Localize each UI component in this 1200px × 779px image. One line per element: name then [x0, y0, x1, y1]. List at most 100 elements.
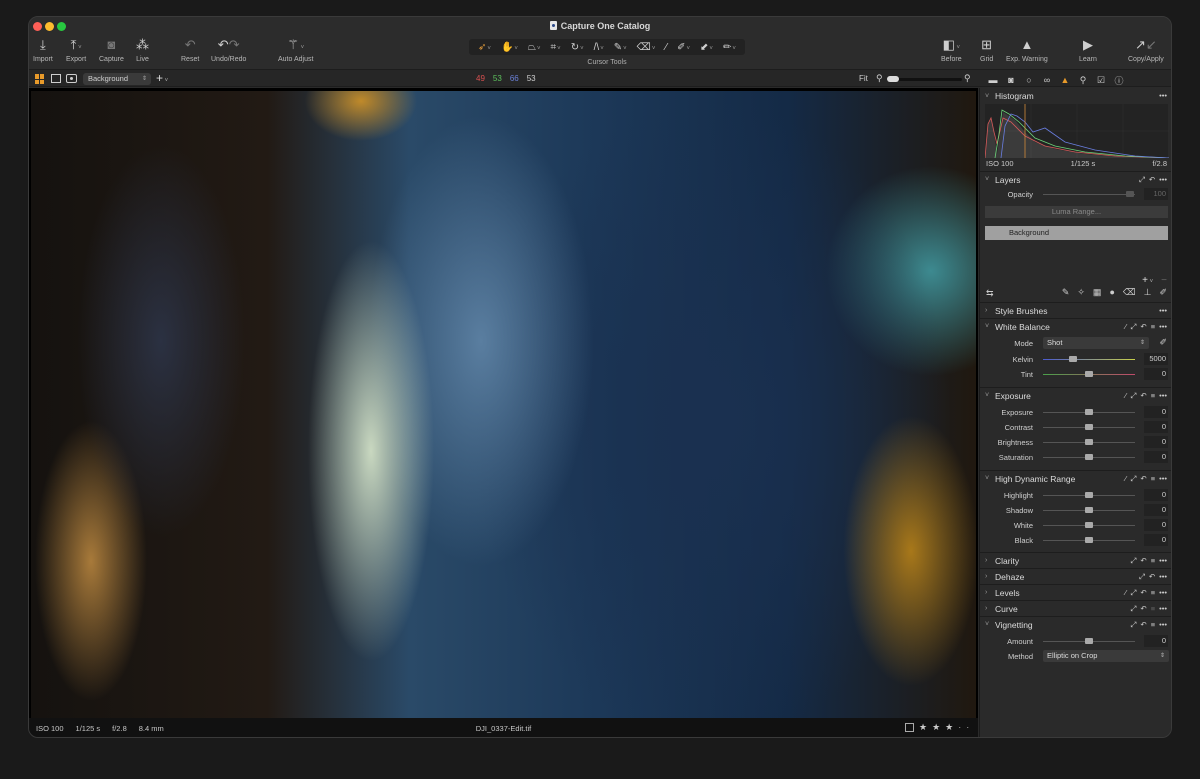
- presets-icon[interactable]: ≡: [1151, 322, 1155, 332]
- erase-icon[interactable]: ✐: [1159, 287, 1167, 298]
- hdr-header[interactable]: ˅ High Dynamic Range ⁄ ⤢ ↶ ≡ •••: [980, 470, 1171, 486]
- select-checkbox[interactable]: [905, 723, 914, 732]
- reset-icon[interactable]: ↶: [1149, 572, 1155, 582]
- linear-gradient-icon[interactable]: ▦: [1093, 287, 1102, 298]
- undo-redo-button[interactable]: ↶↷ Undo/Redo: [211, 37, 246, 63]
- pan-tool-icon[interactable]: ✋˅: [501, 42, 518, 53]
- color-tab-icon[interactable]: ∞: [1041, 75, 1053, 85]
- straighten-tool-icon[interactable]: /\˅: [594, 42, 604, 53]
- clarity-header[interactable]: › Clarity ⤢ ↶ ≡ •••: [980, 552, 1171, 568]
- reset-icon[interactable]: ↶: [1140, 604, 1146, 614]
- vignetting-amount-slider[interactable]: [1043, 638, 1135, 644]
- expand-icon[interactable]: ⤢: [1130, 604, 1136, 614]
- reset-icon[interactable]: ↶: [1140, 588, 1146, 598]
- annotate-tool-icon[interactable]: ⁄: [665, 42, 667, 53]
- exposure-header[interactable]: ˅ Exposure ⁄ ⤢ ↶ ≡ •••: [980, 387, 1171, 403]
- tint-slider[interactable]: [1043, 371, 1135, 377]
- star-filled-icon[interactable]: ★: [919, 722, 927, 733]
- contrast-value[interactable]: 0: [1144, 421, 1168, 433]
- kelvin-slider-thumb[interactable]: [1069, 356, 1078, 362]
- wb-mode-select[interactable]: Shot ⇕: [1043, 337, 1149, 349]
- draw-mask-icon[interactable]: ✎: [1062, 287, 1070, 298]
- more-icon[interactable]: •••: [1159, 322, 1167, 332]
- expand-icon[interactable]: ⤢: [1139, 572, 1145, 582]
- vignetting-amount-thumb[interactable]: [1085, 638, 1093, 644]
- presets-icon[interactable]: ≡: [1151, 474, 1155, 484]
- crop-tool-icon[interactable]: ⌗˅: [551, 42, 561, 53]
- more-icon[interactable]: •••: [1159, 474, 1167, 484]
- adjustments-tab-icon[interactable]: ☑: [1095, 75, 1107, 86]
- brush-tool-icon[interactable]: ✎˅: [614, 42, 627, 53]
- expand-icon[interactable]: ⤢: [1130, 556, 1136, 566]
- reset-icon[interactable]: ↶: [1140, 474, 1146, 484]
- zoom-in-icon[interactable]: ⚲: [964, 73, 971, 84]
- exposure-slider[interactable]: [1043, 409, 1135, 415]
- single-view-icon[interactable]: [51, 74, 61, 83]
- radial-gradient-icon[interactable]: ●: [1109, 287, 1114, 298]
- fit-button[interactable]: Fit: [859, 74, 868, 83]
- copy-apply-button[interactable]: ↗↙ Copy/Apply: [1128, 37, 1164, 63]
- star-empty-icon[interactable]: ·: [966, 722, 969, 733]
- shadow-slider[interactable]: [1043, 507, 1135, 513]
- lens-tab-icon[interactable]: ○: [1023, 75, 1035, 85]
- expand-icon[interactable]: ⤢: [1130, 322, 1136, 332]
- white-value[interactable]: 0: [1144, 519, 1168, 531]
- white-slider-thumb[interactable]: [1085, 522, 1093, 528]
- proof-view-icon[interactable]: [66, 74, 77, 83]
- white-slider[interactable]: [1043, 522, 1135, 528]
- highlight-slider[interactable]: [1043, 492, 1135, 498]
- presets-icon[interactable]: ≡: [1151, 391, 1155, 401]
- exposure-value[interactable]: 0: [1144, 406, 1168, 418]
- layer-settings-icon[interactable]: ⇆: [986, 288, 994, 299]
- reset-icon[interactable]: ↶: [1140, 620, 1146, 630]
- remove-layer-icon[interactable]: −: [1161, 275, 1167, 286]
- star-filled-icon[interactable]: ★: [932, 722, 940, 733]
- more-icon[interactable]: •••: [1159, 91, 1167, 100]
- more-icon[interactable]: •••: [1159, 175, 1167, 185]
- expand-icon[interactable]: ⤢: [1130, 391, 1136, 401]
- local-adjust-icon[interactable]: ⁄: [1125, 474, 1126, 484]
- capture-tab-icon[interactable]: ◙: [1005, 75, 1017, 85]
- opacity-slider[interactable]: [1043, 191, 1135, 197]
- reset-icon[interactable]: ↶: [1149, 175, 1155, 185]
- vignetting-amount-value[interactable]: 0: [1144, 635, 1168, 647]
- auto-adjust-button[interactable]: ⚚ ˅ Auto Adjust: [278, 37, 313, 63]
- more-icon[interactable]: •••: [1159, 620, 1167, 630]
- luma-range-button[interactable]: Luma Range...: [985, 206, 1168, 218]
- picker-tool-icon[interactable]: ✐˅: [677, 42, 690, 53]
- presets-icon[interactable]: ≡: [1151, 604, 1155, 614]
- local-adjust-icon[interactable]: ⁄: [1125, 588, 1126, 598]
- metadata-tab-icon[interactable]: ⓘ: [1113, 74, 1125, 87]
- shadow-slider-thumb[interactable]: [1085, 507, 1093, 513]
- erase-mask-icon[interactable]: ⌫: [1123, 287, 1136, 298]
- layers-header[interactable]: ˅ Layers ⤢ ↶ •••: [980, 171, 1171, 187]
- star-filled-icon[interactable]: ★: [945, 722, 953, 733]
- add-layer-icon[interactable]: + ˅: [1142, 275, 1153, 286]
- presets-icon[interactable]: ≡: [1151, 556, 1155, 566]
- dehaze-header[interactable]: › Dehaze ⤢ ↶ •••: [980, 568, 1171, 584]
- vignetting-method-select[interactable]: Elliptic on Crop ⇕: [1043, 650, 1169, 662]
- curve-header[interactable]: › Curve ⤢ ↶ ≡ •••: [980, 600, 1171, 616]
- kelvin-slider[interactable]: [1043, 356, 1135, 362]
- reset-button[interactable]: ↶ Reset: [181, 37, 199, 63]
- vignetting-header[interactable]: ˅ Vignetting ⤢ ↶ ≡ •••: [980, 616, 1171, 632]
- reset-icon[interactable]: ↶: [1140, 322, 1146, 332]
- grid-button[interactable]: ⊞ Grid: [980, 37, 993, 63]
- brightness-value[interactable]: 0: [1144, 436, 1168, 448]
- presets-icon[interactable]: ≡: [1151, 620, 1155, 630]
- saturation-value[interactable]: 0: [1144, 451, 1168, 463]
- magic-brush-icon[interactable]: ✧: [1077, 287, 1085, 298]
- opacity-value[interactable]: 100: [1144, 188, 1168, 200]
- levels-header[interactable]: › Levels ⁄ ⤢ ↶ ≡ •••: [980, 584, 1171, 600]
- more-icon[interactable]: •••: [1159, 391, 1167, 401]
- presets-icon[interactable]: ≡: [1151, 588, 1155, 598]
- contrast-slider[interactable]: [1043, 424, 1135, 430]
- brightness-slider-thumb[interactable]: [1085, 439, 1093, 445]
- zoom-slider[interactable]: [887, 76, 962, 82]
- gradient-tool-icon[interactable]: ⬋˅: [700, 42, 713, 53]
- reset-icon[interactable]: ↶: [1140, 556, 1146, 566]
- shadow-value[interactable]: 0: [1144, 504, 1168, 516]
- library-tab-icon[interactable]: ▬: [987, 75, 999, 85]
- eyedropper-icon[interactable]: ✐: [1159, 337, 1167, 348]
- more-icon[interactable]: •••: [1159, 306, 1167, 315]
